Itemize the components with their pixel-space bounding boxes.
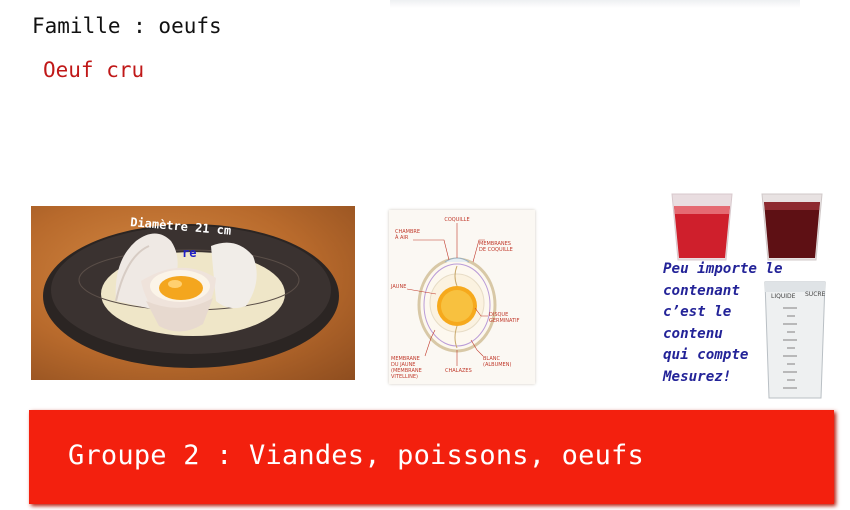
message-line: Mesurez! xyxy=(663,368,732,385)
liquid-cups-image xyxy=(668,190,828,265)
egg-anatomy-diagram: COQUILLE CHAMBRE À AIR MEMBRANES DE COQU… xyxy=(389,210,535,384)
page-subtitle: Oeuf cru xyxy=(43,58,145,82)
label-chalazes: CHALAZES xyxy=(445,368,472,374)
message-line: qui compte xyxy=(663,347,749,363)
label-blanc-2: (ALBUMEN) xyxy=(483,362,511,368)
message-line: contenu xyxy=(663,325,723,342)
top-shadow xyxy=(390,0,800,8)
message-line: c’est le xyxy=(663,304,732,320)
group-banner-title: Groupe 2 : Viandes, poissons, oeufs xyxy=(68,440,644,471)
label-jaune: JAUNE xyxy=(390,284,406,290)
message-line: Peu importe le xyxy=(663,261,783,277)
label-coquille: COQUILLE xyxy=(444,217,469,223)
label-disque-2: GERMINATIF xyxy=(489,318,520,324)
fragment-label: re xyxy=(182,246,197,260)
measure-message: Peu importe le contenant c’est le conten… xyxy=(663,259,833,388)
label-membrane-vitelline-4: VITELLINE) xyxy=(391,374,418,380)
label-chambre-2: À AIR xyxy=(395,234,409,241)
label-membranes-2: DE COQUILLE xyxy=(479,247,513,253)
message-line: contenant xyxy=(663,282,740,299)
family-title: Famille : oeufs xyxy=(32,14,222,38)
